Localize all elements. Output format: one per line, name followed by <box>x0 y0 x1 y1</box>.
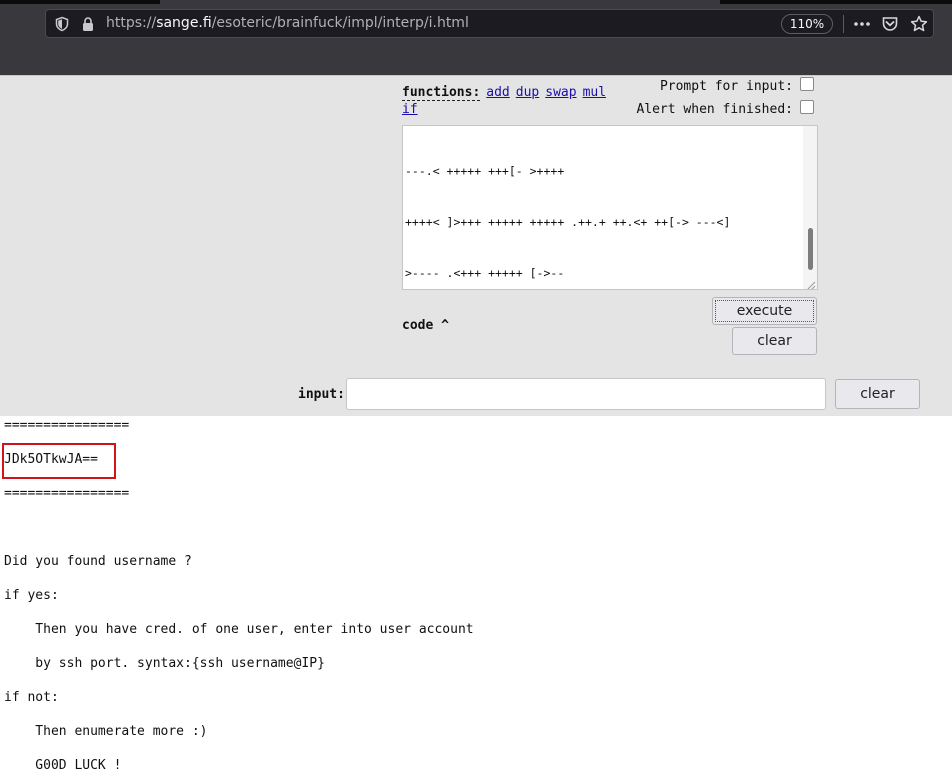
code-toggle[interactable]: code ^ <box>402 318 449 333</box>
clear-code-button[interactable]: clear <box>732 327 817 355</box>
code-content: ---.< +++++ +++[- >++++ ++++< ]>+++ ++++… <box>405 129 731 289</box>
shield-icon[interactable] <box>54 16 70 32</box>
pocket-icon[interactable] <box>881 15 899 33</box>
function-link-dup[interactable]: dup <box>516 85 539 100</box>
browser-toolbar: https://sange.fi/esoteric/brainfuck/impl… <box>0 0 952 75</box>
url-separator <box>843 15 844 33</box>
function-link-mul[interactable]: mul <box>583 85 606 100</box>
active-tab[interactable] <box>160 0 720 4</box>
function-link-add[interactable]: add <box>486 85 509 100</box>
output-line: Did you found username ? <box>4 554 192 569</box>
code-line: ++++< ]>+++ +++++ +++++ .++.+ ++.<+ ++[-… <box>405 215 731 229</box>
code-scrollbar[interactable] <box>803 126 817 289</box>
clear-input-button[interactable]: clear <box>835 379 920 409</box>
functions-label: functions: <box>402 85 481 101</box>
execute-button[interactable]: execute <box>712 297 817 325</box>
output-line: Then enumerate more :) <box>4 724 208 739</box>
function-link-swap[interactable]: swap <box>545 85 576 100</box>
output-separator: ================ <box>4 418 130 433</box>
output-panel: ================ JDk5OTkwJA== ==========… <box>0 416 952 780</box>
function-link-if[interactable]: if <box>402 102 418 117</box>
output-line: if not: <box>4 690 59 705</box>
code-scrollbar-thumb[interactable] <box>808 228 813 270</box>
lock-icon[interactable] <box>80 16 96 32</box>
url-path: /esoteric/brainfuck/impl/interp/i.html <box>211 15 469 31</box>
url-bar[interactable]: https://sange.fi/esoteric/brainfuck/impl… <box>45 9 934 38</box>
input-field[interactable] <box>346 378 826 410</box>
output-line: G00D LUCK ! <box>4 758 122 773</box>
code-textarea[interactable]: ---.< +++++ +++[- >++++ ++++< ]>+++ ++++… <box>402 125 818 290</box>
url-host: sange.fi <box>156 15 212 31</box>
input-label: input: <box>298 387 345 402</box>
output-line: if yes: <box>4 588 59 603</box>
functions-bar: functions: add dup swap mul if <box>402 84 632 118</box>
bookmark-star-icon[interactable] <box>910 15 928 33</box>
prompt-option: Prompt for input: <box>620 77 820 95</box>
output-separator: ================ <box>4 486 130 501</box>
output-key: JDk5OTkwJA== <box>4 452 98 467</box>
prompt-for-input-checkbox[interactable] <box>800 77 814 91</box>
code-line: >---- .<+++ +++++ [->-- <box>405 266 565 280</box>
code-line: ---.< +++++ +++[- >++++ <box>405 164 565 178</box>
alert-when-finished-label: Alert when finished: <box>636 102 793 117</box>
resize-grip-icon[interactable] <box>804 276 816 289</box>
url-text[interactable]: https://sange.fi/esoteric/brainfuck/impl… <box>106 15 469 31</box>
output-line: Then you have cred. of one user, enter i… <box>4 622 474 637</box>
zoom-level[interactable]: 110% <box>781 14 833 34</box>
prompt-for-input-label: Prompt for input: <box>659 79 793 94</box>
output-line: by ssh port. syntax:{ssh username@IP} <box>4 656 325 671</box>
more-icon[interactable] <box>853 15 871 33</box>
alert-option: Alert when finished: <box>620 100 820 118</box>
alert-when-finished-checkbox[interactable] <box>800 100 814 114</box>
url-prefix: https:// <box>106 15 157 31</box>
tab-strip <box>0 0 952 4</box>
